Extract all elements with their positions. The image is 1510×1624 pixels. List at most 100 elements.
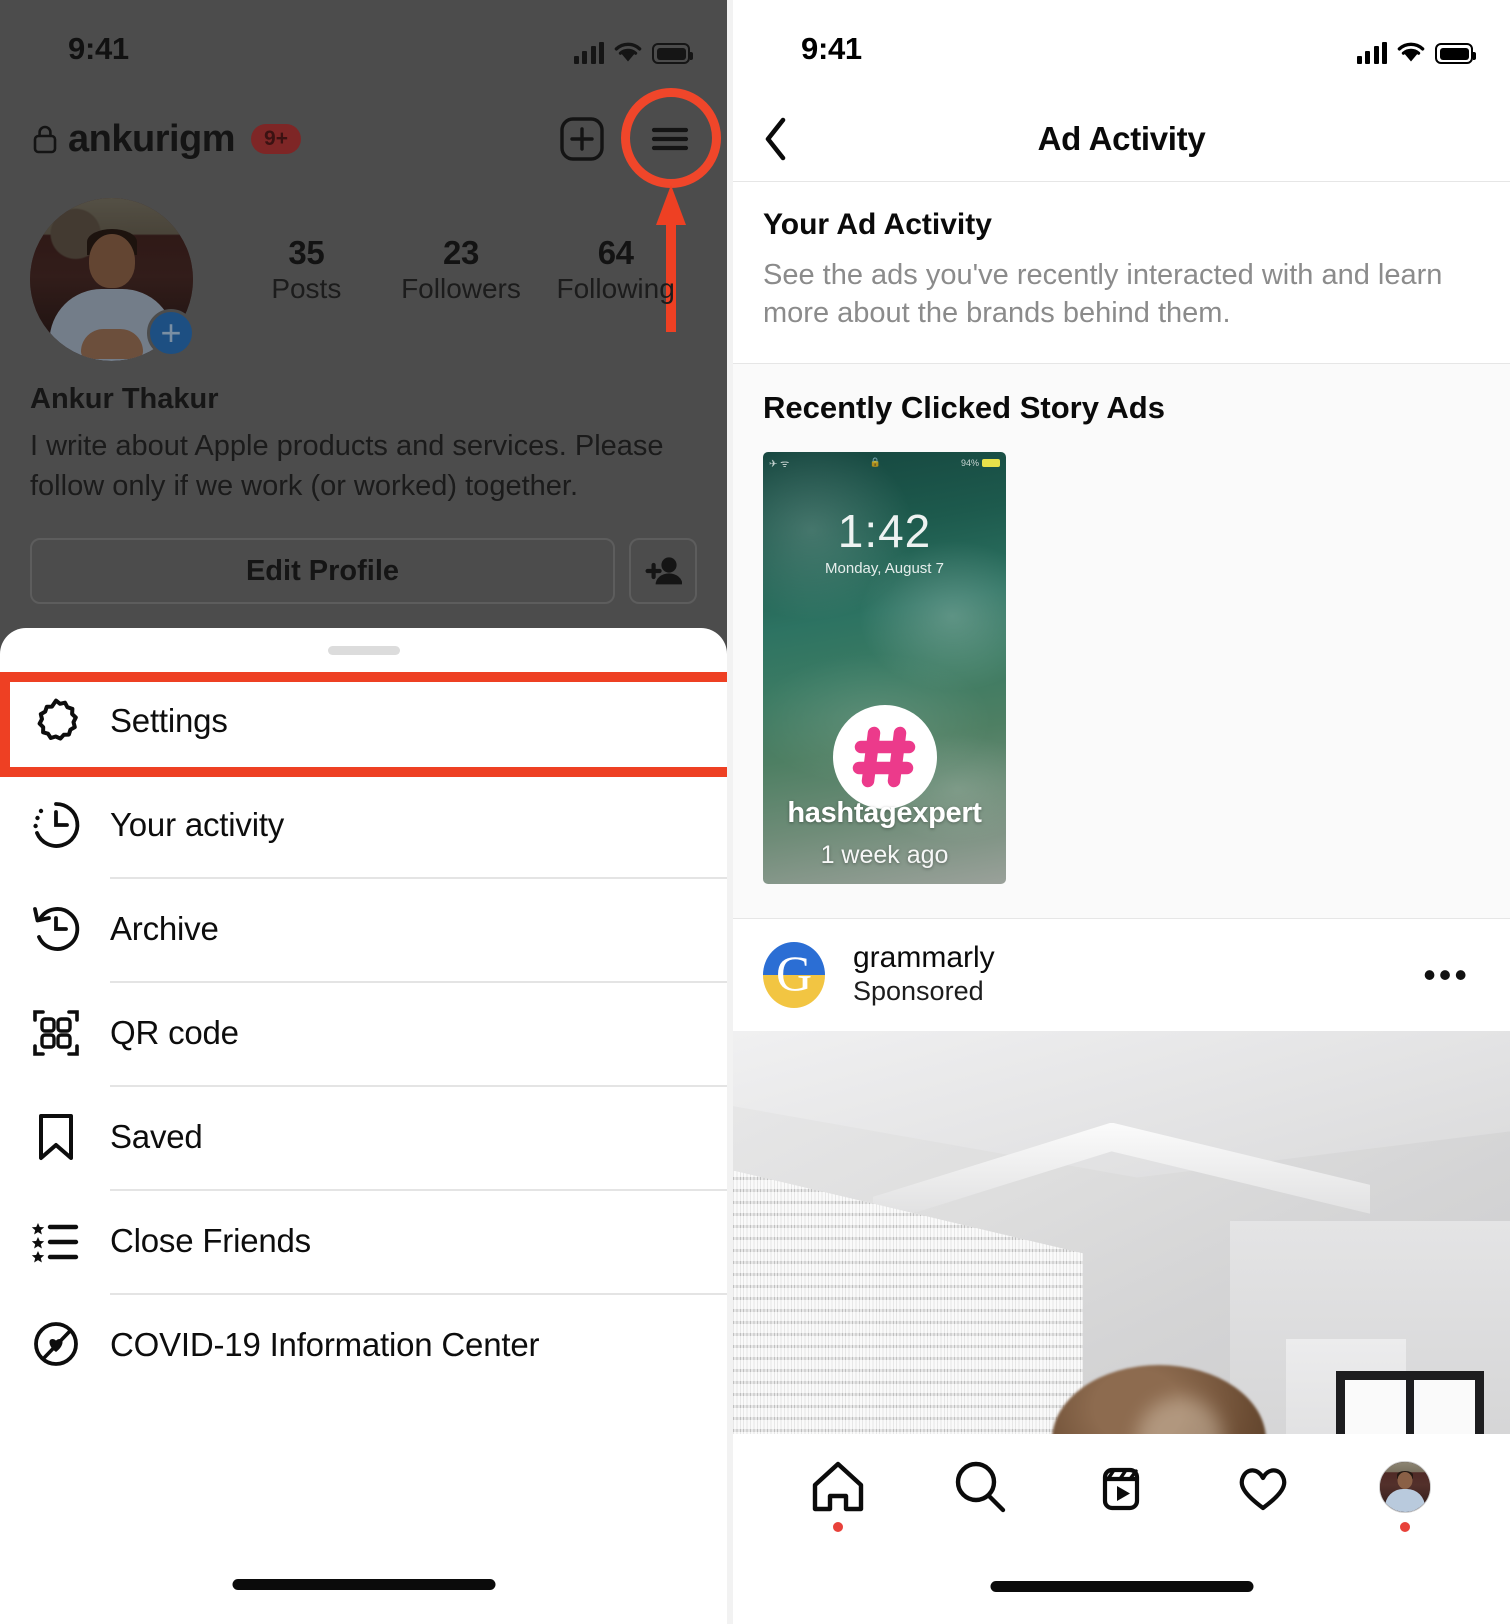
story-wallpaper-date: Monday, August 7	[825, 559, 944, 577]
hashtag-icon	[832, 704, 937, 809]
wifi-icon	[1396, 41, 1426, 64]
ad-activity-navbar: Ad Activity	[733, 96, 1510, 182]
side-by-side-screenshots: 9:41 ankurigm 9+ + 35 Posts 23 Followers…	[0, 0, 1510, 1624]
notification-badge[interactable]: 9+	[251, 124, 301, 154]
hamburger-menu-icon[interactable]	[647, 116, 693, 162]
person-add-icon[interactable]	[629, 538, 697, 605]
sheet-menu-list: Settings Your activity Archive QR code S…	[0, 669, 727, 1397]
story-wallpaper-time: 1:42	[837, 504, 932, 557]
status-bar-indicators	[573, 30, 693, 64]
grammarly-logo-icon[interactable]: G	[763, 941, 825, 1008]
menu-item-saved[interactable]: Saved	[0, 1085, 727, 1189]
tab-search[interactable]	[949, 1456, 1011, 1518]
battery-icon	[982, 458, 1000, 467]
tab-profile[interactable]	[1374, 1456, 1436, 1532]
story-account-name: hashtagexpert	[787, 796, 982, 829]
sheet-drag-handle[interactable]	[327, 646, 400, 655]
story-status-left-icons: ✈ ᯤ	[769, 458, 790, 470]
menu-item-label: Your activity	[110, 806, 285, 843]
chevron-left-icon[interactable]	[755, 115, 797, 163]
home-indicator	[232, 1579, 495, 1590]
battery-percent-label: 94%	[960, 457, 979, 468]
covid-info-icon	[30, 1319, 82, 1371]
profile-avatar-icon	[1379, 1461, 1432, 1513]
sponsored-post-header: G grammarly Sponsored •••	[733, 919, 1510, 1031]
lock-icon: 🔒	[869, 457, 881, 468]
lock-icon	[32, 124, 58, 154]
profile-full-name: Ankur Thakur	[30, 383, 219, 415]
stat-following[interactable]: 64 Following	[556, 234, 676, 306]
menu-item-label: QR code	[110, 1014, 239, 1051]
profile-bio: I write about Apple products and service…	[30, 430, 664, 503]
story-ad-card[interactable]: ✈ ᯤ 🔒 94% 1:42 Monday, August 7 hashtage…	[763, 451, 1006, 884]
star-list-icon	[30, 1215, 82, 1267]
stat-value: 64	[597, 234, 634, 271]
sponsored-account-name[interactable]: grammarly	[853, 940, 1419, 975]
profile-username[interactable]: ankurigm	[68, 118, 236, 161]
recently-clicked-story-ads-section: Recently Clicked Story Ads ✈ ᯤ 🔒 94% 1:4…	[733, 363, 1510, 919]
stat-posts[interactable]: 35 Posts	[246, 234, 366, 306]
edit-profile-button[interactable]: Edit Profile	[30, 538, 615, 605]
more-options-icon[interactable]: •••	[1419, 956, 1474, 994]
story-status-right: 94%	[961, 458, 1000, 468]
left-phone-screenshot: 9:41 ankurigm 9+ + 35 Posts 23 Followers…	[0, 0, 727, 1624]
stat-label: Following	[556, 272, 675, 304]
menu-item-label: Settings	[110, 702, 228, 739]
section-title: Your Ad Activity	[763, 208, 992, 241]
your-ad-activity-section: Your Ad Activity See the ads you've rece…	[733, 182, 1510, 364]
page-title: Ad Activity	[1037, 119, 1206, 157]
tab-avatar-face	[1397, 1472, 1413, 1489]
menu-item-settings[interactable]: Settings	[0, 669, 727, 773]
bottom-tab-bar	[733, 1434, 1510, 1624]
story-status-bar: ✈ ᯤ 🔒 94%	[769, 456, 1000, 470]
avatar-hands	[80, 329, 143, 359]
menu-item-label: Archive	[110, 910, 219, 947]
wifi-icon	[613, 41, 643, 64]
menu-item-qr-code[interactable]: QR code	[0, 981, 727, 1085]
cellular-signal-icon	[1356, 42, 1387, 64]
section-description: See the ads you've recently interacted w…	[763, 259, 1443, 330]
tab-home[interactable]	[807, 1456, 869, 1532]
grammarly-logo-letter: G	[775, 944, 813, 1001]
gear-icon	[30, 695, 82, 747]
profile-stats: 35 Posts 23 Followers 64 Following	[193, 198, 697, 306]
stat-value: 35	[288, 234, 325, 271]
status-bar-indicators	[1356, 30, 1476, 64]
tab-list	[733, 1434, 1510, 1532]
sponsored-post-image[interactable]	[733, 1030, 1510, 1489]
menu-item-close-friends[interactable]: Close Friends	[0, 1189, 727, 1293]
profile-header-bar: ankurigm 9+	[0, 96, 727, 182]
stat-label: Followers	[401, 272, 521, 304]
clock-activity-icon	[30, 799, 82, 851]
section-title: Recently Clicked Story Ads	[763, 389, 1165, 425]
options-bottom-sheet: Settings Your activity Archive QR code S…	[0, 628, 727, 1624]
avatar[interactable]: +	[30, 198, 195, 361]
plus-circle-icon[interactable]: +	[147, 309, 195, 357]
qr-code-icon	[30, 1007, 82, 1059]
menu-item-covid-info-center[interactable]: COVID-19 Information Center	[0, 1293, 727, 1397]
stat-followers[interactable]: 23 Followers	[401, 234, 521, 306]
tab-badge-dot	[832, 1522, 843, 1532]
menu-item-archive[interactable]: Archive	[0, 877, 727, 981]
menu-item-label: COVID-19 Information Center	[110, 1326, 540, 1363]
sponsored-label: Sponsored	[853, 976, 984, 1007]
avatar-and-stats-row: + 35 Posts 23 Followers 64 Following	[30, 198, 697, 361]
sponsored-post-meta: grammarly Sponsored	[853, 940, 1419, 1009]
status-bar-time: 9:41	[801, 31, 862, 66]
cellular-signal-icon	[573, 42, 604, 64]
tab-reels[interactable]	[1090, 1456, 1152, 1518]
menu-item-label: Close Friends	[110, 1222, 311, 1259]
battery-icon	[652, 43, 693, 64]
clock-rewind-icon	[30, 903, 82, 955]
status-bar-time: 9:41	[68, 31, 129, 66]
bookmark-icon	[30, 1111, 82, 1163]
battery-icon	[1435, 43, 1476, 64]
right-phone-screenshot: 9:41 Ad Activity Your Ad Activity See th…	[733, 0, 1510, 1624]
home-indicator	[990, 1581, 1253, 1592]
menu-item-label: Saved	[110, 1118, 203, 1155]
tab-badge-dot	[1400, 1522, 1411, 1532]
plus-square-icon[interactable]	[559, 116, 605, 162]
tab-activity[interactable]	[1232, 1456, 1294, 1518]
avatar-face	[88, 233, 135, 288]
menu-item-your-activity[interactable]: Your activity	[0, 773, 727, 877]
